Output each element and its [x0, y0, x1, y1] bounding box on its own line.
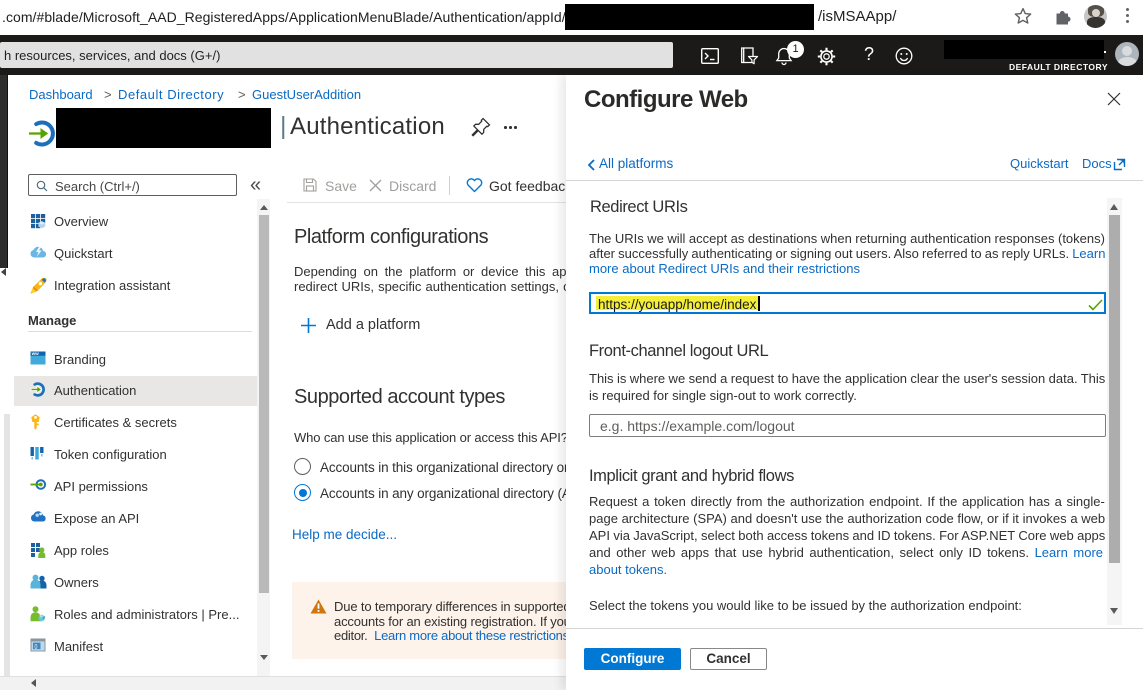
svg-text:{): {): [34, 644, 38, 650]
svg-text:ww: ww: [31, 351, 40, 356]
